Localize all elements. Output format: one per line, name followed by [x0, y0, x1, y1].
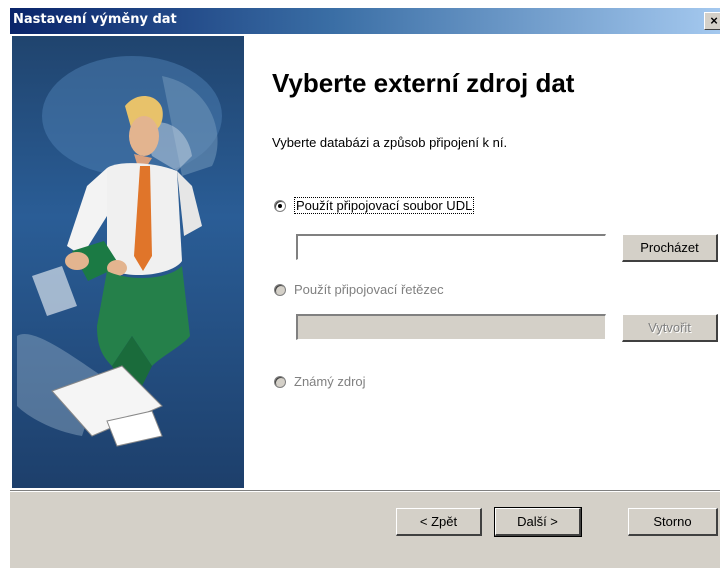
sidebar-illustration [12, 36, 244, 488]
radio-known-source-label[interactable]: Známý zdroj [294, 374, 366, 389]
radio-button[interactable] [274, 376, 286, 388]
radio-button-checked[interactable] [274, 200, 286, 212]
dialog-window: Nastavení výměny dat × Vyberte externí z… [10, 8, 720, 568]
page-heading: Vyberte externí zdroj dat [272, 68, 575, 98]
wizard-page: Vyberte externí zdroj dat Vyberte databá… [10, 34, 720, 490]
create-button[interactable]: Vytvořit [622, 314, 718, 342]
radio-connection-string-label[interactable]: Použít připojovací řetězec [294, 282, 444, 297]
window-title: Nastavení výměny dat [13, 12, 177, 27]
next-button[interactable]: Další > [494, 507, 582, 537]
back-button[interactable]: < Zpět [396, 508, 482, 536]
man-reading-book-illustration [17, 56, 222, 447]
radio-udl-label[interactable]: Použít připojovací soubor UDL [294, 197, 475, 214]
connection-string-input[interactable] [296, 314, 606, 340]
title-bar[interactable]: Nastavení výměny dat × [10, 8, 720, 34]
close-icon: × [710, 13, 718, 28]
browse-button[interactable]: Procházet [622, 234, 718, 262]
instruction-text: Vyberte databázi a způsob připojení k ní… [272, 135, 508, 150]
cancel-button[interactable]: Storno [628, 508, 718, 536]
footer-separator [10, 490, 720, 492]
close-button[interactable]: × [704, 12, 720, 30]
udl-file-input[interactable] [296, 234, 606, 260]
radio-button[interactable] [274, 284, 286, 296]
